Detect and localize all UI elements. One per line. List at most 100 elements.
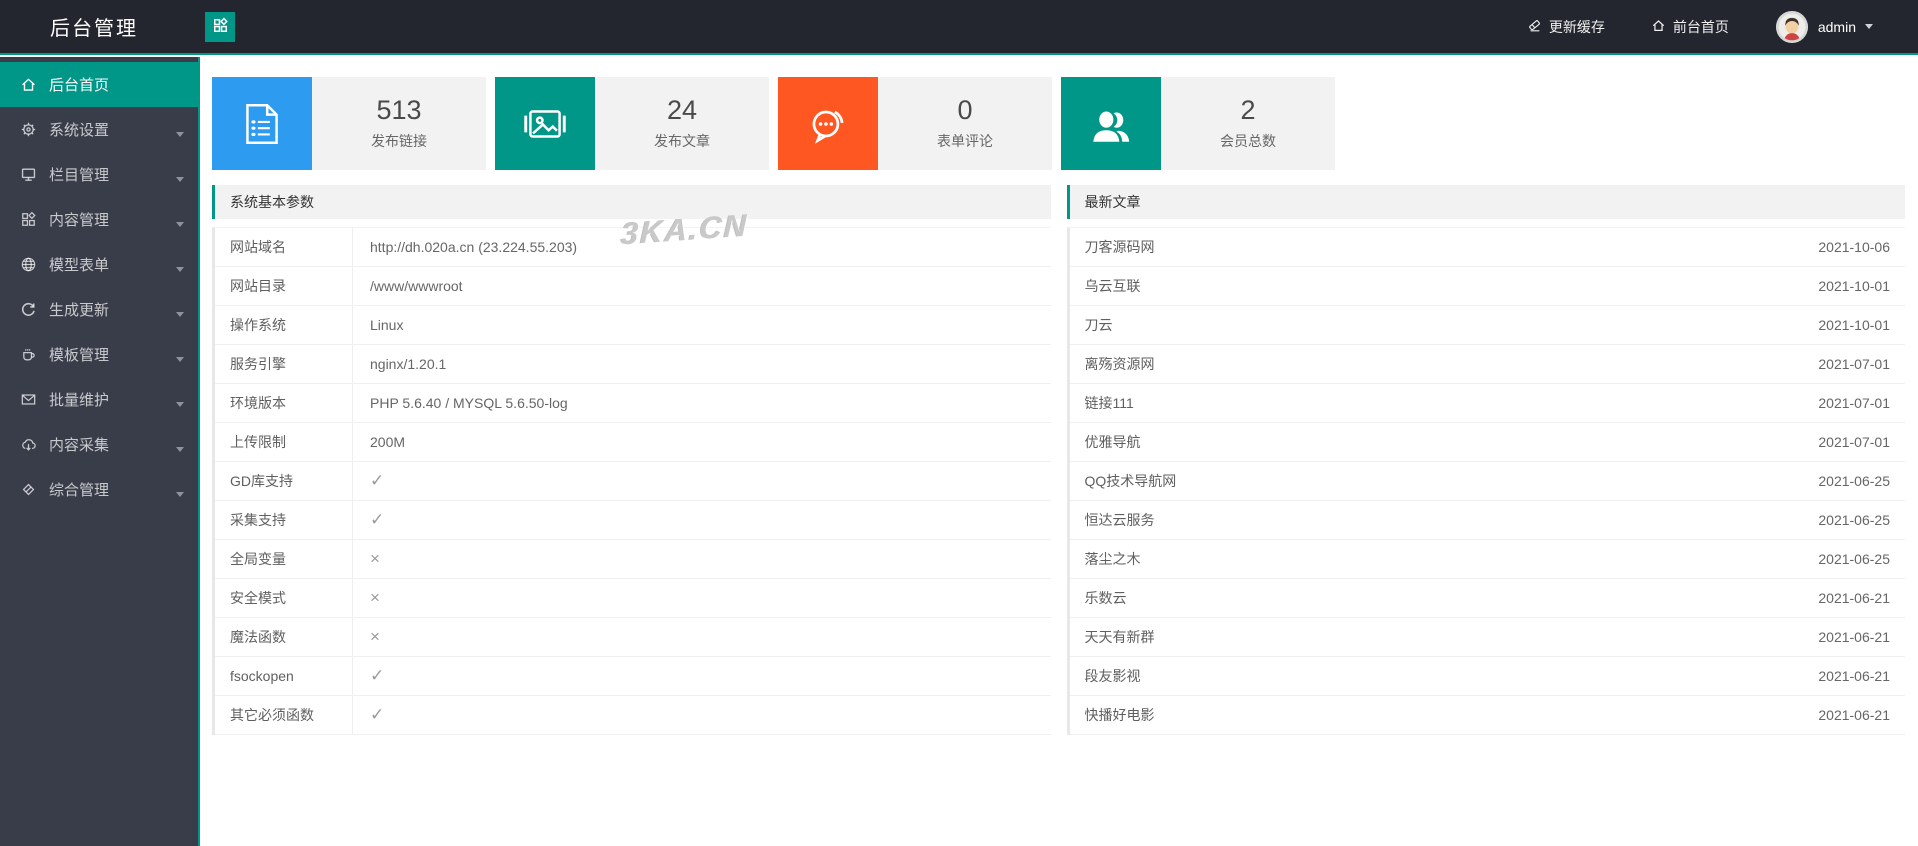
- chevron-down-icon: [176, 132, 184, 141]
- sidebar-item-content[interactable]: 内容管理: [0, 197, 198, 242]
- home-icon: [20, 76, 38, 94]
- sidebar-item-templates[interactable]: 模板管理: [0, 332, 198, 377]
- table-row: 其它必须函数 ✓: [215, 696, 1051, 735]
- param-label: 魔法函数: [215, 618, 353, 656]
- system-params-panel: 系统基本参数 网站域名 http://dh.020a.cn (23.224.55…: [212, 185, 1051, 735]
- param-label: 环境版本: [215, 384, 353, 422]
- param-label: GD库支持: [215, 462, 353, 500]
- article-list-item[interactable]: 优雅导航 2021-07-01: [1069, 423, 1905, 462]
- stat-label: 表单评论: [937, 132, 993, 149]
- sidebar-item-collect[interactable]: 内容采集: [0, 422, 198, 467]
- stat-value: 0: [957, 95, 973, 126]
- avatar: [1775, 10, 1809, 44]
- home-icon: [1651, 18, 1666, 36]
- param-value: ✓: [370, 666, 385, 685]
- panels: 系统基本参数 网站域名 http://dh.020a.cn (23.224.55…: [212, 185, 1905, 735]
- stat-card-links: 513 发布链接: [212, 77, 486, 170]
- article-title: 乌云互联: [1084, 278, 1141, 294]
- sidebar-item-system[interactable]: 系统设置: [0, 107, 198, 152]
- param-label: 上传限制: [215, 423, 353, 461]
- article-list-item[interactable]: 落尘之木 2021-06-25: [1069, 540, 1905, 579]
- param-label: 网站目录: [215, 267, 353, 305]
- article-list-item[interactable]: 天天有新群 2021-06-21: [1069, 618, 1905, 657]
- article-list-item[interactable]: 段友影视 2021-06-21: [1069, 657, 1905, 696]
- username: admin: [1817, 18, 1856, 35]
- front-home-button[interactable]: 前台首页: [1651, 17, 1729, 37]
- article-list-item[interactable]: 乌云互联 2021-10-01: [1069, 267, 1905, 306]
- table-row: fsockopen ✓: [215, 657, 1051, 696]
- article-date: 2021-06-21: [1818, 590, 1890, 606]
- param-value: ×: [370, 627, 380, 646]
- sidebar-toggle-button[interactable]: [205, 11, 235, 42]
- users-icon: [1061, 77, 1161, 170]
- article-list-item[interactable]: 恒达云服务 2021-06-25: [1069, 501, 1905, 540]
- param-value: ✓: [370, 510, 385, 529]
- table-row: 网站目录 /www/wwwroot: [215, 267, 1051, 306]
- article-title: 刀云: [1084, 317, 1113, 333]
- system-params-title: 系统基本参数: [212, 185, 1051, 219]
- stat-label: 发布链接: [371, 132, 427, 149]
- user-menu[interactable]: admin: [1775, 10, 1873, 44]
- article-date: 2021-06-25: [1818, 473, 1890, 489]
- sidebar-item-misc[interactable]: 综合管理: [0, 467, 198, 512]
- latest-articles-list: 刀客源码网 2021-10-06 乌云互联 2021-10-01 刀云 2021…: [1066, 227, 1905, 735]
- article-list-item[interactable]: QQ技术导航网 2021-06-25: [1069, 462, 1905, 501]
- article-title: 优雅导航: [1084, 434, 1141, 450]
- article-date: 2021-06-25: [1818, 512, 1890, 528]
- stat-label: 会员总数: [1220, 132, 1276, 149]
- chevron-down-icon: [176, 402, 184, 411]
- document-icon: [212, 77, 312, 170]
- stat-label: 发布文章: [654, 132, 710, 149]
- article-date: 2021-06-21: [1818, 668, 1890, 684]
- param-value: /www/wwwroot: [370, 278, 463, 294]
- topbar-actions: 更新缓存 前台首页 admin: [1527, 10, 1918, 44]
- article-title: 刀客源码网: [1084, 239, 1155, 255]
- sidebar-item-model-form[interactable]: 模型表单: [0, 242, 198, 287]
- table-row: 网站域名 http://dh.020a.cn (23.224.55.203): [215, 228, 1051, 267]
- chevron-down-icon: [176, 312, 184, 321]
- diamond-icon: [20, 481, 38, 499]
- article-title: 链接111: [1084, 395, 1134, 411]
- chat-icon: [778, 77, 878, 170]
- latest-articles-panel: 最新文章 刀客源码网 2021-10-06 乌云互联 2021-10-01 刀云…: [1066, 185, 1905, 735]
- article-list-item[interactable]: 刀客源码网 2021-10-06: [1069, 228, 1905, 267]
- article-list-item[interactable]: 快播好电影 2021-06-21: [1069, 696, 1905, 735]
- article-list-item[interactable]: 乐数云 2021-06-21: [1069, 579, 1905, 618]
- param-value: ✓: [370, 471, 385, 490]
- chevron-down-icon: [176, 267, 184, 276]
- article-title: 段友影视: [1084, 668, 1141, 684]
- param-value: http://dh.020a.cn (23.224.55.203): [370, 239, 578, 255]
- refresh-icon: [20, 301, 38, 319]
- gear-icon: [20, 121, 38, 139]
- table-row: 服务引擎 nginx/1.20.1: [215, 345, 1051, 384]
- param-value: nginx/1.20.1: [370, 356, 447, 372]
- refresh-cache-button[interactable]: 更新缓存: [1527, 17, 1605, 37]
- article-title: 天天有新群: [1084, 629, 1155, 645]
- topbar: 后台管理 更新缓存 前台首页 admin: [0, 0, 1918, 55]
- article-date: 2021-10-01: [1818, 317, 1890, 333]
- param-label: 采集支持: [215, 501, 353, 539]
- globe-icon: [20, 256, 38, 274]
- sidebar-item-generate[interactable]: 生成更新: [0, 287, 198, 332]
- article-date: 2021-07-01: [1818, 434, 1890, 450]
- stat-cards: 513 发布链接 24 发布文章 0 表单评论 2 会员总数: [212, 77, 1905, 170]
- table-row: 采集支持 ✓: [215, 501, 1051, 540]
- sidebar-item-columns[interactable]: 栏目管理: [0, 152, 198, 197]
- sidebar-item-batch[interactable]: 批量维护: [0, 377, 198, 422]
- sidebar-item-dashboard[interactable]: 后台首页: [0, 62, 198, 107]
- param-label: fsockopen: [215, 657, 353, 695]
- article-title: QQ技术导航网: [1084, 473, 1177, 489]
- app-title: 后台管理: [50, 18, 138, 40]
- article-list-item[interactable]: 刀云 2021-10-01: [1069, 306, 1905, 345]
- grid-icon: [212, 17, 229, 37]
- stat-card-members: 2 会员总数: [1061, 77, 1335, 170]
- param-value: ×: [370, 588, 380, 607]
- table-row: GD库支持 ✓: [215, 462, 1051, 501]
- param-value: PHP 5.6.40 / MYSQL 5.6.50-log: [370, 395, 568, 411]
- article-list-item[interactable]: 离殇资源网 2021-07-01: [1069, 345, 1905, 384]
- article-list-item[interactable]: 链接111 2021-07-01: [1069, 384, 1905, 423]
- cloud-download-icon: [20, 436, 38, 454]
- main-content: 513 发布链接 24 发布文章 0 表单评论 2 会员总数 系统基本参数 网站…: [202, 57, 1918, 846]
- param-label: 网站域名: [215, 228, 353, 266]
- mail-icon: [20, 391, 38, 409]
